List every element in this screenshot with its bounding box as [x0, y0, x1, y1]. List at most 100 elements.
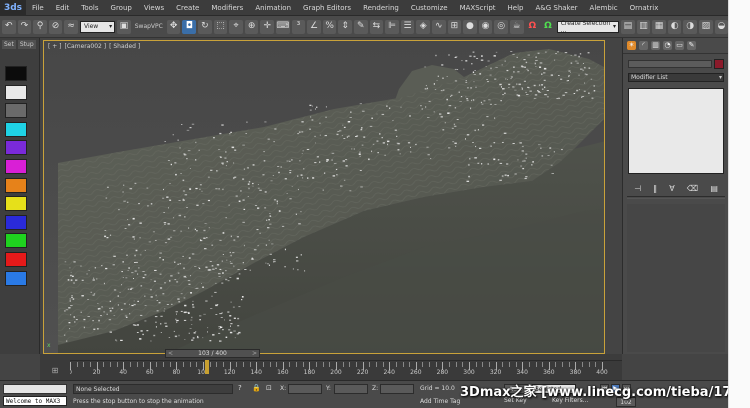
- menu-graph-editors[interactable]: Graph Editors: [297, 0, 357, 16]
- viewport-shading-menu[interactable]: [ Shaded ]: [109, 43, 140, 50]
- track-bar-key-icon[interactable]: ⊞: [40, 360, 70, 380]
- render-setup-icon[interactable]: ◉: [478, 19, 493, 34]
- spinner-snap-icon[interactable]: ⇕: [338, 19, 352, 34]
- menu-ag-shaker[interactable]: A&G Shaker: [529, 0, 583, 16]
- menu-maxscript[interactable]: MAXScript: [454, 0, 502, 16]
- color-swatch[interactable]: [5, 84, 27, 100]
- next-frame-icon[interactable]: >: [252, 350, 257, 358]
- color-swatch[interactable]: [5, 177, 27, 193]
- menu-file[interactable]: File: [26, 0, 50, 16]
- curve-editor-icon[interactable]: ∿: [431, 19, 446, 34]
- pivot-center-icon[interactable]: ⊕: [244, 19, 259, 34]
- color-swatch[interactable]: [5, 270, 27, 286]
- toolbar-extra-5-icon[interactable]: ◑: [683, 19, 698, 34]
- select-region-icon[interactable]: ◘: [182, 19, 197, 34]
- undo-icon[interactable]: ↶: [2, 19, 16, 34]
- tab-set[interactable]: Set: [2, 40, 16, 49]
- rendered-frame-icon[interactable]: ◎: [494, 19, 508, 34]
- modifier-stack[interactable]: [628, 88, 724, 174]
- color-swatch[interactable]: [5, 66, 27, 81]
- layer-manager-icon[interactable]: ☰: [400, 19, 415, 34]
- schematic-view-icon[interactable]: ⊞: [447, 19, 462, 34]
- named-selection-set-dropdown[interactable]: Create Selection ...: [556, 20, 620, 34]
- mirror-icon[interactable]: ⇆: [369, 19, 384, 34]
- isolate-selection-icon[interactable]: ?: [238, 384, 242, 392]
- link-icon[interactable]: ⚲: [33, 19, 47, 34]
- show-end-result-icon[interactable]: ‖: [653, 184, 657, 193]
- display-tab-icon[interactable]: ▭: [675, 41, 684, 50]
- angle-snap-icon[interactable]: ∠: [307, 19, 321, 34]
- magnet-red-icon[interactable]: Ω: [526, 20, 540, 34]
- y-coord-field[interactable]: [334, 384, 368, 394]
- modify-tab-icon[interactable]: ◜: [639, 41, 648, 50]
- toolbar-extra-1-icon[interactable]: ▤: [621, 19, 635, 34]
- color-swatch[interactable]: [5, 196, 27, 212]
- selection-filter-dropdown[interactable]: View: [79, 20, 116, 33]
- bind-space-warp-icon[interactable]: ≈: [64, 19, 78, 34]
- select-rotate-icon[interactable]: ↻: [198, 19, 212, 34]
- magnet-green-icon[interactable]: Ω: [541, 20, 555, 34]
- app-logo-icon[interactable]: 3ds: [0, 0, 26, 16]
- track-bar[interactable]: 0 20 40 60 80 100 120 140 160 180 200 220 240 260 280 3…: [40, 360, 622, 380]
- create-tab-icon[interactable]: ✶: [627, 41, 636, 50]
- menu-group[interactable]: Group: [105, 0, 138, 16]
- motion-tab-icon[interactable]: ◔: [663, 41, 672, 50]
- material-editor-icon[interactable]: ●: [463, 19, 477, 34]
- menu-modifiers[interactable]: Modifiers: [205, 0, 249, 16]
- color-swatch[interactable]: [5, 121, 27, 137]
- time-slider[interactable]: < 103 / 400 >: [165, 349, 260, 358]
- playhead-marker[interactable]: [204, 360, 209, 374]
- select-object-icon[interactable]: ▣: [117, 19, 131, 34]
- color-swatch[interactable]: [5, 140, 27, 156]
- select-manipulate-icon[interactable]: ✛: [260, 19, 275, 34]
- toolbar-extra-2-icon[interactable]: ▥: [636, 19, 651, 34]
- hierarchy-tab-icon[interactable]: ▥: [651, 41, 660, 50]
- menu-tools[interactable]: Tools: [75, 0, 104, 16]
- viewport-camera-menu[interactable]: [Camera002 ]: [65, 43, 107, 50]
- menu-ornatrix[interactable]: Ornatrix: [624, 0, 665, 16]
- menu-customize[interactable]: Customize: [405, 0, 454, 16]
- viewport-plus-menu[interactable]: [ + ]: [48, 43, 62, 50]
- edit-named-selection-icon[interactable]: ✎: [353, 19, 368, 34]
- reference-coordinate-icon[interactable]: ⌖: [229, 19, 243, 34]
- graphite-tools-icon[interactable]: ◈: [416, 19, 430, 34]
- toolbar-extra-4-icon[interactable]: ◐: [667, 19, 682, 34]
- toolbar-extra-6-icon[interactable]: ▨: [699, 19, 713, 34]
- menu-edit[interactable]: Edit: [50, 0, 76, 16]
- menu-views[interactable]: Views: [138, 0, 170, 16]
- pin-stack-icon[interactable]: ⊣: [634, 184, 641, 193]
- color-swatch[interactable]: [5, 252, 27, 267]
- color-swatch[interactable]: [5, 214, 27, 230]
- render-production-icon[interactable]: ☕: [509, 19, 524, 34]
- align-icon[interactable]: ⊫: [385, 19, 399, 34]
- object-name-field[interactable]: [628, 60, 712, 68]
- viewport-label[interactable]: [ + ] [Camera002 ][ Shaded ]: [48, 43, 143, 50]
- modifier-list-dropdown[interactable]: Modifier List: [628, 73, 724, 82]
- redo-icon[interactable]: ↷: [17, 19, 32, 34]
- menu-rendering[interactable]: Rendering: [357, 0, 405, 16]
- z-coord-field[interactable]: [380, 384, 414, 394]
- menu-animation[interactable]: Animation: [249, 0, 297, 16]
- tab-stup[interactable]: Stup: [17, 40, 36, 49]
- object-color-swatch[interactable]: [714, 59, 724, 69]
- add-time-tag-button[interactable]: Add Time Tag: [420, 398, 460, 405]
- percent-snap-icon[interactable]: %: [322, 19, 337, 34]
- x-coord-field[interactable]: [288, 384, 322, 394]
- menu-help[interactable]: Help: [502, 0, 530, 16]
- select-move-icon[interactable]: ✥: [166, 19, 181, 34]
- menu-alembic[interactable]: Alembic: [584, 0, 624, 16]
- select-scale-icon[interactable]: ⬚: [213, 19, 228, 34]
- remove-modifier-icon[interactable]: ⌫: [687, 184, 698, 193]
- color-swatch[interactable]: [5, 159, 27, 174]
- configure-sets-icon[interactable]: ▤: [710, 184, 718, 193]
- camera-viewport[interactable]: [ + ] [Camera002 ][ Shaded ] x: [43, 40, 605, 354]
- toolbar-extra-3-icon[interactable]: ▦: [652, 19, 666, 34]
- unlink-icon[interactable]: ⊘: [48, 19, 63, 34]
- utilities-tab-icon[interactable]: ✎: [687, 41, 696, 50]
- keyboard-shortcut-icon[interactable]: ⌨: [276, 19, 290, 34]
- toolbar-extra-7-icon[interactable]: ◒: [714, 19, 728, 34]
- swap-vpc-button[interactable]: SwapVPC: [133, 23, 165, 30]
- maxscript-listener-top[interactable]: [3, 384, 67, 394]
- make-unique-icon[interactable]: ∀: [669, 184, 674, 193]
- selection-lock-icon[interactable]: 🔒: [252, 384, 261, 392]
